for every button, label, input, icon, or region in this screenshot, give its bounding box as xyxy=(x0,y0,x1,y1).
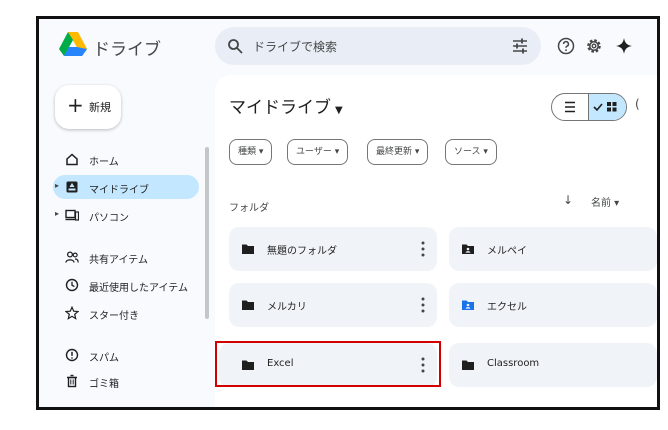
drive-window: ドライブ ドライブで検索 + 新規 ホーム ▸ マイドライブ ▸ パソコン 共有… xyxy=(39,19,657,407)
folder-name: メルペイ xyxy=(487,246,527,257)
search-icon[interactable] xyxy=(227,38,243,54)
screenshot-frame: ドライブ ドライブで検索 + 新規 ホーム ▸ マイドライブ ▸ パソコン 共有… xyxy=(36,16,660,410)
plus-icon: + xyxy=(67,93,84,117)
folder-icon xyxy=(242,300,254,310)
shared-folder-icon xyxy=(462,244,474,254)
more-options-icon[interactable] xyxy=(421,296,425,314)
folder-name: エクセル xyxy=(487,302,527,313)
spam-icon xyxy=(65,348,79,362)
sidebar-item-label: スター付き xyxy=(89,311,139,322)
sidebar-item-computers[interactable]: ▸ パソコン xyxy=(53,203,199,227)
folder-card-merpay[interactable]: メルペイ xyxy=(449,227,657,271)
settings-icon[interactable] xyxy=(585,37,603,55)
filter-user-chip[interactable]: ユーザー ▾ xyxy=(287,139,349,165)
app-title: ドライブ xyxy=(93,40,161,60)
sidebar-item-label: パソコン xyxy=(89,213,129,224)
view-toggle xyxy=(551,93,627,121)
computers-icon xyxy=(65,209,79,221)
sidebar-item-label: 共有アイテム xyxy=(89,255,148,266)
sort-direction-icon[interactable]: ↓ xyxy=(563,193,573,207)
filter-type-chip[interactable]: 種類 ▾ xyxy=(229,139,273,165)
sidebar-item-starred[interactable]: スター付き xyxy=(53,301,199,325)
highlight-box xyxy=(215,341,441,387)
sidebar-item-my-drive[interactable]: ▸ マイドライブ xyxy=(53,175,199,199)
sidebar-item-label: スパム xyxy=(89,353,119,364)
section-heading: フォルダ xyxy=(229,203,269,214)
folder-name: メルカリ xyxy=(267,302,307,313)
sidebar-item-spam[interactable]: スパム xyxy=(53,343,199,367)
title-dropdown-icon: ▼ xyxy=(335,105,343,116)
folder-name: 無題のフォルダ xyxy=(267,246,337,257)
sort-by-button[interactable]: 名前 ▾ xyxy=(591,194,619,209)
shared-icon xyxy=(65,251,79,263)
gemini-spark-icon[interactable] xyxy=(615,37,633,55)
sort-label: 名前 xyxy=(591,198,611,209)
new-button-label: 新規 xyxy=(89,101,111,114)
folder-card-excel-jp[interactable]: エクセル xyxy=(449,283,657,327)
folder-name: Classroom xyxy=(487,358,540,369)
folder-card-classroom[interactable]: Classroom xyxy=(449,343,657,387)
sidebar-item-label: 最近使用したアイテム xyxy=(89,283,188,294)
more-options-icon[interactable] xyxy=(421,240,425,258)
folder-card-untitled[interactable]: 無題のフォルダ xyxy=(229,227,437,271)
folder-card-mercari[interactable]: メルカリ xyxy=(229,283,437,327)
search-bar[interactable]: ドライブで検索 xyxy=(215,27,541,65)
shared-folder-icon xyxy=(462,300,474,310)
my-drive-icon xyxy=(66,181,78,193)
sidebar-item-label: ゴミ箱 xyxy=(89,379,119,390)
sidebar-item-shared[interactable]: 共有アイテム xyxy=(53,245,199,269)
expand-arrow-icon[interactable]: ▸ xyxy=(55,209,59,218)
filter-modified-chip[interactable]: 最終更新 ▾ xyxy=(367,139,429,165)
folder-icon xyxy=(242,244,254,254)
trash-icon xyxy=(67,374,77,388)
drive-logo-icon[interactable] xyxy=(59,31,87,57)
expand-arrow-icon[interactable]: ▸ xyxy=(55,181,59,190)
search-options-icon[interactable] xyxy=(511,37,529,55)
star-icon xyxy=(65,306,79,320)
filter-label: 最終更新 xyxy=(376,147,413,157)
details-panel-icon[interactable]: ( xyxy=(635,97,640,111)
filter-source-chip[interactable]: ソース ▾ xyxy=(445,139,497,165)
search-input[interactable]: ドライブで検索 xyxy=(253,38,337,55)
grid-view-icon[interactable] xyxy=(589,94,627,120)
filter-label: ソース xyxy=(454,147,481,157)
sidebar-item-home[interactable]: ホーム xyxy=(53,147,199,171)
sidebar-item-label: マイドライブ xyxy=(89,185,149,196)
sidebar-item-label: ホーム xyxy=(89,157,119,168)
help-icon[interactable] xyxy=(557,37,575,55)
list-view-icon[interactable] xyxy=(552,94,588,120)
sidebar-item-recent[interactable]: 最近使用したアイテム xyxy=(53,273,199,297)
new-button[interactable]: + 新規 xyxy=(55,85,121,129)
recent-icon xyxy=(65,278,79,292)
sidebar-scrollbar[interactable] xyxy=(205,147,209,319)
page-title[interactable]: マイドライブ ▼ xyxy=(229,93,343,118)
page-title-text: マイドライブ xyxy=(229,98,331,118)
filter-label: 種類 xyxy=(238,147,257,157)
home-icon xyxy=(66,153,78,166)
sidebar-item-trash[interactable]: ゴミ箱 xyxy=(53,369,199,393)
filter-label: ユーザー xyxy=(296,147,332,157)
folder-icon xyxy=(462,360,474,370)
